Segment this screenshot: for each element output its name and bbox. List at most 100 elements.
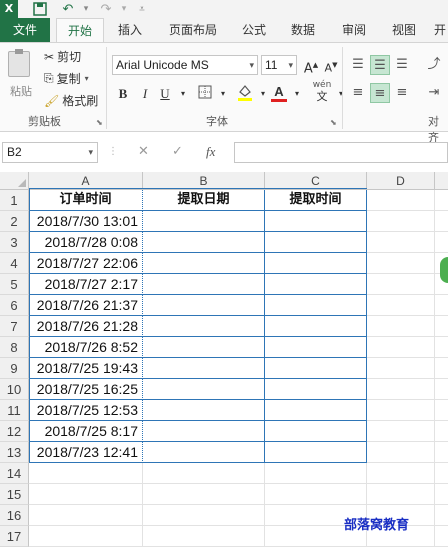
phonetic-guide-button[interactable]: wén 文 (310, 80, 334, 102)
grid-cell[interactable] (143, 484, 265, 505)
grid-cell[interactable] (265, 442, 367, 463)
grid-cell[interactable] (367, 442, 435, 463)
grid-cell[interactable] (435, 232, 448, 253)
tab-formulas[interactable]: 公式 (234, 18, 274, 42)
borders-icon[interactable] (196, 85, 214, 103)
grid-cell[interactable] (367, 274, 435, 295)
floating-assistant-icon[interactable] (440, 257, 448, 283)
order-time-cell[interactable]: 2018/7/27 2:17 (29, 274, 143, 295)
customize-qat-icon[interactable]: ⩡ (134, 1, 150, 17)
order-time-cell[interactable]: 2018/7/28 0:08 (29, 232, 143, 253)
bold-button[interactable]: B (114, 85, 132, 103)
grid-cell[interactable] (367, 232, 435, 253)
enter-icon[interactable]: ✓ (172, 143, 183, 161)
row-header[interactable]: 3 (0, 232, 29, 253)
grid-cell[interactable] (367, 253, 435, 274)
font-launcher-icon[interactable]: ⬊ (330, 118, 337, 127)
grid-cell[interactable] (143, 358, 265, 379)
grid-cell[interactable] (435, 505, 448, 526)
order-time-cell[interactable]: 2018/7/25 8:17 (29, 421, 143, 442)
align-middle-icon[interactable]: ☰ (370, 55, 390, 75)
align-center-icon[interactable]: ≡ (370, 83, 390, 103)
grid-cell[interactable] (143, 505, 265, 526)
align-right-icon[interactable]: ≡ (392, 83, 412, 103)
grid-cell[interactable] (367, 463, 435, 484)
grid-cell[interactable] (435, 463, 448, 484)
tab-view[interactable]: 视图 (384, 18, 424, 42)
save-icon[interactable] (32, 1, 48, 17)
grid-cell[interactable] (265, 400, 367, 421)
grid-cell[interactable] (435, 316, 448, 337)
underline-button[interactable]: U (156, 85, 174, 103)
row-header[interactable]: 1 (0, 190, 29, 211)
order-time-cell[interactable]: 2018/7/27 22:06 (29, 253, 143, 274)
grid-cell[interactable] (29, 505, 143, 526)
paste-icon[interactable] (8, 49, 30, 77)
text-orientation-icon[interactable]: ⤴ (424, 55, 444, 75)
row-header[interactable]: 13 (0, 442, 29, 463)
redo-icon[interactable]: ↷ (98, 1, 114, 17)
order-time-cell[interactable]: 2018/7/26 21:37 (29, 295, 143, 316)
format-painter-button[interactable]: 🖌 格式刷 (44, 92, 98, 109)
indent-icon[interactable]: ⇥ (424, 83, 444, 103)
table-header-cell[interactable]: 提取时间 (265, 190, 367, 211)
grid-cell[interactable] (435, 400, 448, 421)
paste-button-label[interactable]: 粘贴 (10, 83, 32, 99)
table-header-cell[interactable]: 订单时间 (29, 190, 143, 211)
row-header[interactable]: 5 (0, 274, 29, 295)
grid-cell[interactable] (367, 400, 435, 421)
grid-cell[interactable] (29, 463, 143, 484)
grid-cell[interactable] (143, 421, 265, 442)
grid-cell[interactable] (29, 484, 143, 505)
grid-cell[interactable] (143, 379, 265, 400)
grid-cell[interactable] (143, 400, 265, 421)
grid-cell[interactable] (143, 295, 265, 316)
formula-input[interactable] (234, 142, 448, 163)
order-time-cell[interactable]: 2018/7/25 16:25 (29, 379, 143, 400)
grid-cell[interactable] (265, 484, 367, 505)
row-header[interactable]: 4 (0, 253, 29, 274)
row-header[interactable]: 10 (0, 379, 29, 400)
fill-color-icon[interactable] (236, 83, 254, 101)
align-bottom-icon[interactable]: ☰ (392, 55, 412, 75)
grid-cell[interactable] (367, 337, 435, 358)
grid-cell[interactable] (367, 379, 435, 400)
row-header[interactable]: 8 (0, 337, 29, 358)
grid-cell[interactable] (265, 358, 367, 379)
tab-insert[interactable]: 插入 (108, 18, 152, 42)
row-header[interactable]: 14 (0, 463, 29, 484)
grid-cell[interactable] (367, 358, 435, 379)
align-top-icon[interactable]: ☰ (348, 55, 368, 75)
grid-cell[interactable] (265, 295, 367, 316)
grid-cell[interactable] (367, 421, 435, 442)
font-name-select[interactable]: Arial Unicode MS ▾ (112, 55, 258, 75)
grid-cell[interactable] (143, 211, 265, 232)
grid-cell[interactable] (435, 337, 448, 358)
grid-cell[interactable] (367, 211, 435, 232)
grid-cell[interactable] (435, 295, 448, 316)
column-header-e[interactable] (435, 172, 448, 190)
grid-cell[interactable] (143, 442, 265, 463)
grid-cell[interactable] (265, 316, 367, 337)
grid-cell[interactable] (435, 211, 448, 232)
undo-icon[interactable]: ↶ (60, 1, 76, 17)
copy-button[interactable]: ⎘ 复制 ▾ (44, 70, 89, 87)
grid-cell[interactable] (265, 421, 367, 442)
order-time-cell[interactable]: 2018/7/26 8:52 (29, 337, 143, 358)
grid-cell[interactable] (143, 463, 265, 484)
grid-cell[interactable] (367, 190, 435, 211)
insert-function-icon[interactable]: fx (206, 143, 215, 161)
grid-cell[interactable] (265, 232, 367, 253)
grow-font-button[interactable]: A▲ (302, 56, 320, 76)
cut-button[interactable]: ✂ 剪切 (44, 48, 81, 65)
grid-cell[interactable] (265, 337, 367, 358)
grid-cell[interactable] (143, 274, 265, 295)
grid-cell[interactable] (265, 379, 367, 400)
order-time-cell[interactable]: 2018/7/26 21:28 (29, 316, 143, 337)
row-header[interactable]: 15 (0, 484, 29, 505)
row-header[interactable]: 12 (0, 421, 29, 442)
order-time-cell[interactable]: 2018/7/23 12:41 (29, 442, 143, 463)
grid-cell[interactable] (143, 526, 265, 547)
grid-cell[interactable] (367, 295, 435, 316)
tab-page-layout[interactable]: 页面布局 (160, 18, 226, 42)
